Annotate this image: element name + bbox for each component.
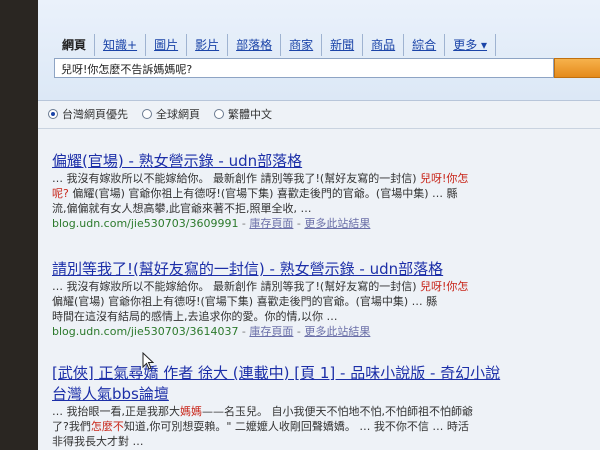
highlighted-term: 兒呀!你怎 — [419, 172, 469, 185]
search-result: [武俠] 正氣尋嬌 作者 徐大 (連載中) [頁 1] - 品味小說版 - 奇幻… — [52, 362, 600, 449]
more-from-site-link[interactable]: 更多此站結果 — [304, 217, 370, 230]
snippet-text: 非得我長大才對 … — [52, 435, 144, 448]
result-snippet-line: 流,偏偏就有女人想高攀,此官爺來著不拒,照單全收, … — [52, 201, 600, 216]
tab-1[interactable]: 知識+ — [95, 34, 147, 56]
cached-page-link[interactable]: 庫存頁面 — [249, 217, 293, 230]
separator: - — [238, 325, 250, 338]
highlighted-term: 媽媽 — [180, 405, 202, 418]
filter-option-0[interactable]: 台灣網頁優先 — [48, 106, 128, 122]
result-url: blog.udn.com/jie530703/3614037 — [52, 325, 239, 338]
result-snippet-line: … 我抬眼一看,正是我那大媽媽——名玉兒。 自小我便天不怕地不怕,不怕師祖不怕師… — [52, 404, 600, 419]
snippet-text: 偏耀(官場) 官爺你祖上有德呀!(官場下集) 喜歡走後門的官爺。(官場中集) …… — [52, 295, 438, 308]
filter-label: 全球網頁 — [156, 108, 200, 121]
tab-2[interactable]: 圖片 — [146, 34, 188, 56]
result-meta: blog.udn.com/jie530703/3609991 - 庫存頁面 - … — [52, 216, 600, 232]
search-result: 請別等我了!(幫好友寫的一封信) - 熟女營示錄 - udn部落格… 我沒有嫁妝… — [52, 258, 600, 340]
snippet-text: 了?我們 — [52, 420, 91, 433]
result-title-link[interactable]: [武俠] 正氣尋嬌 作者 徐大 (連載中) [頁 1] - 品味小說版 - 奇幻… — [52, 362, 600, 383]
radio-button[interactable] — [214, 109, 224, 119]
tab-6[interactable]: 新聞 — [322, 34, 364, 56]
result-snippet-line: 時間在這沒有結局的感情上,去追求你的愛。你的情,以你 … — [52, 309, 600, 324]
filter-option-1[interactable]: 全球網頁 — [142, 106, 200, 122]
result-snippet-line: 偏耀(官場) 官爺你祖上有德呀!(官場下集) 喜歡走後門的官爺。(官場中集) …… — [52, 294, 600, 309]
filter-label: 台灣網頁優先 — [62, 108, 128, 121]
filter-label: 繁體中文 — [228, 108, 272, 121]
result-snippet-line: 非得我長大才對 … — [52, 434, 600, 449]
result-meta: blog.udn.com/jie530703/3614037 - 庫存頁面 - … — [52, 324, 600, 340]
search-vertical-tabs: 網頁 知識+ 圖片 影片 部落格 商家 新聞 商品 綜合 更多 ▾ — [54, 34, 497, 56]
tab-8[interactable]: 綜合 — [404, 34, 446, 56]
search-button[interactable] — [554, 58, 600, 78]
result-url: blog.udn.com/jie530703/3609991 — [52, 217, 239, 230]
tab-4[interactable]: 部落格 — [228, 34, 282, 56]
browser-viewport: 網頁 知識+ 圖片 影片 部落格 商家 新聞 商品 綜合 更多 ▾ 兒呀!你怎麼不告訴媽媽呢? 台… — [38, 0, 600, 450]
result-snippet-line: 呢? 偏耀(官場) 官爺你祖上有德呀!(官場下集) 喜歡走後門的官爺。(官場中集… — [52, 186, 600, 201]
search-header: 網頁 知識+ 圖片 影片 部落格 商家 新聞 商品 綜合 更多 ▾ 兒呀!你怎麼不告訴媽媽呢? — [38, 0, 600, 101]
tab-3[interactable]: 影片 — [187, 34, 229, 56]
tab-5[interactable]: 商家 — [281, 34, 323, 56]
search-input[interactable]: 兒呀!你怎麼不告訴媽媽呢? — [54, 58, 554, 78]
snippet-text: 偏耀(官場) 官爺你祖上有德呀!(官場下集) 喜歡走後門的官爺。(官場中集) …… — [68, 187, 458, 200]
search-result: 偏耀(官場) - 熟女營示錄 - udn部落格… 我沒有嫁妝所以不能嫁給你。 最… — [52, 150, 600, 232]
filter-option-2[interactable]: 繁體中文 — [214, 106, 272, 122]
snippet-text: … 我抬眼一看,正是我那大 — [52, 405, 180, 418]
more-from-site-link[interactable]: 更多此站結果 — [304, 325, 370, 338]
result-title-link[interactable]: 偏耀(官場) - 熟女營示錄 - udn部落格 — [52, 150, 600, 171]
divider — [38, 128, 600, 129]
snippet-text: 流,偏偏就有女人想高攀,此官爺來著不拒,照單全收, … — [52, 202, 312, 215]
separator: - — [293, 217, 305, 230]
separator: - — [293, 325, 305, 338]
snippet-text: … 我沒有嫁妝所以不能嫁給你。 最新創作 請別等我了!(幫好友寫的一封信) — [52, 172, 420, 185]
radio-button[interactable] — [142, 109, 152, 119]
snippet-text: … 我沒有嫁妝所以不能嫁給你。 最新創作 請別等我了!(幫好友寫的一封信) — [52, 280, 420, 293]
highlighted-term: 怎麼不 — [90, 420, 124, 433]
snippet-text: 時間在這沒有結局的感情上,去追求你的愛。你的情,以你 … — [52, 310, 338, 323]
snippet-text: ——名玉兒。 自小我便天不怕地不怕,不怕師祖不怕師爺 — [202, 405, 473, 418]
tab-7[interactable]: 商品 — [363, 34, 405, 56]
result-snippet-line: … 我沒有嫁妝所以不能嫁給你。 最新創作 請別等我了!(幫好友寫的一封信) 兒呀… — [52, 279, 600, 294]
radio-button[interactable] — [48, 109, 58, 119]
result-snippet-line: … 我沒有嫁妝所以不能嫁給你。 最新創作 請別等我了!(幫好友寫的一封信) 兒呀… — [52, 171, 600, 186]
tab-0[interactable]: 網頁 — [54, 34, 96, 56]
cached-page-link[interactable]: 庫存頁面 — [249, 325, 293, 338]
highlighted-term: 呢? — [52, 187, 69, 200]
region-filter: 台灣網頁優先 全球網頁 繁體中文 — [48, 106, 272, 122]
highlighted-term: 兒呀!你怎 — [419, 280, 469, 293]
result-snippet-line: 了?我們怎麼不知道,你可別想耍賴。" 二嬤嬤人收剛回聲嬌嬌。 … 我不你不信 …… — [52, 419, 600, 434]
tab-9[interactable]: 更多 ▾ — [445, 34, 497, 56]
separator: - — [238, 217, 250, 230]
mouse-pointer-icon — [142, 352, 154, 370]
result-title-link-continued[interactable]: 台灣人氣bbs論壇 — [52, 383, 600, 404]
result-title-link[interactable]: 請別等我了!(幫好友寫的一封信) - 熟女營示錄 - udn部落格 — [52, 258, 600, 279]
snippet-text: 知道,你可別想耍賴。" 二嬤嬤人收剛回聲嬌嬌。 … 我不你不信 … 時活 — [123, 420, 469, 433]
